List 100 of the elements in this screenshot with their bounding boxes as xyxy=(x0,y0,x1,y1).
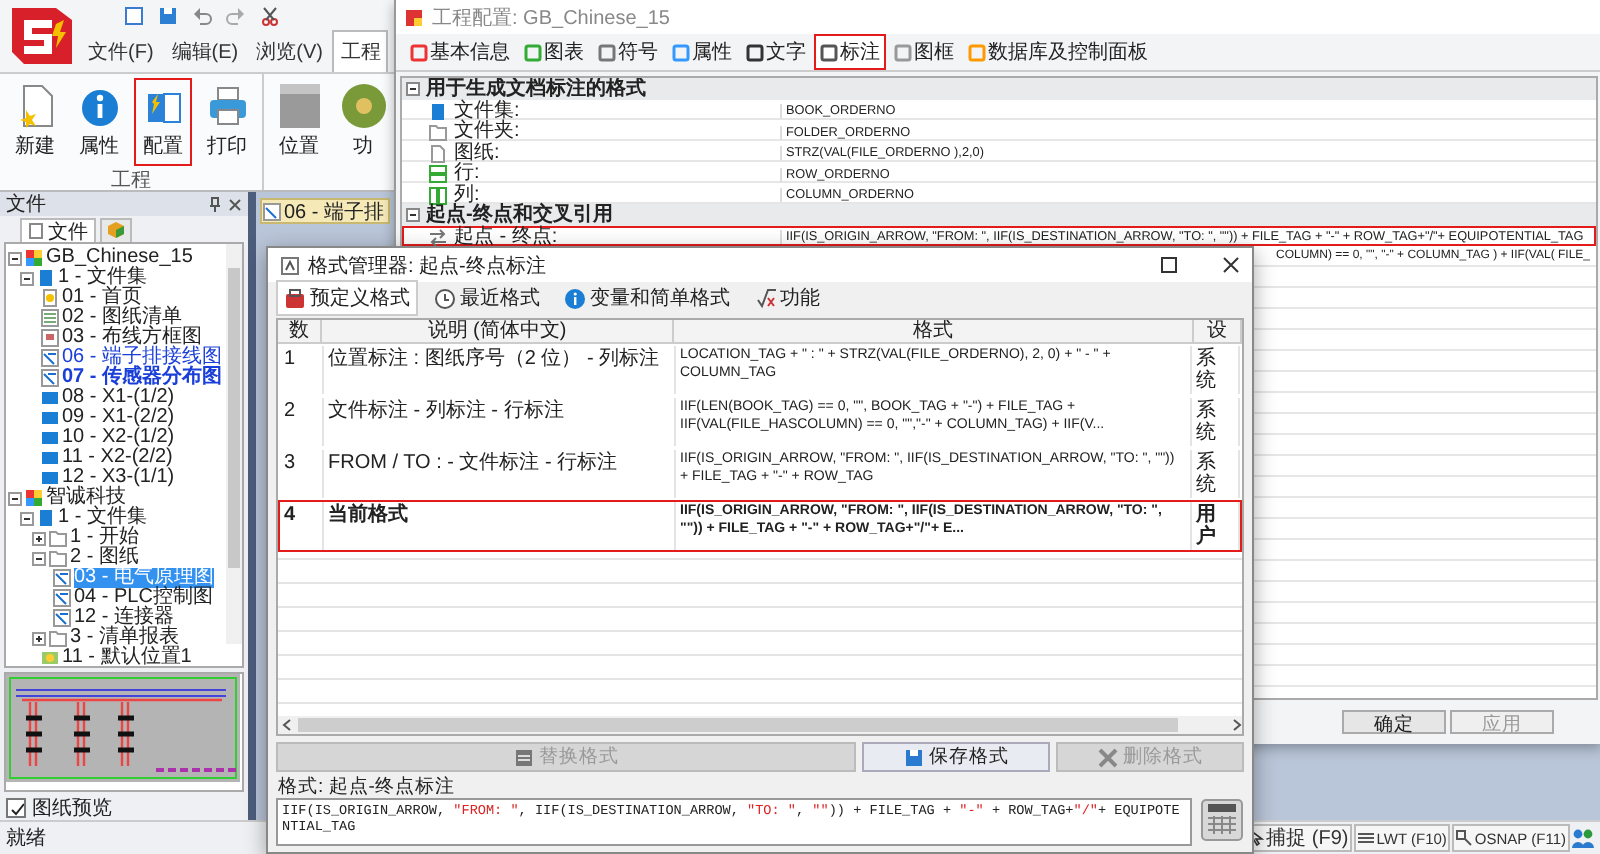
save-icon xyxy=(903,747,923,767)
scissors-icon[interactable] xyxy=(260,6,280,26)
ribbon-button[interactable]: 打印 xyxy=(198,78,256,166)
tab[interactable]: 文字 xyxy=(740,34,812,70)
document-tab[interactable]: 06 - 端子排 xyxy=(260,198,391,224)
ribbon-button[interactable]: 位置 xyxy=(270,78,328,166)
tree-item[interactable]: 2 - 图纸 xyxy=(70,548,139,568)
tree-item[interactable]: 12 - X3-(1/1) xyxy=(62,468,175,488)
tree-item[interactable]: 1 - 开始 xyxy=(70,528,139,548)
calculator-icon[interactable] xyxy=(1200,798,1244,842)
tree-toggle[interactable] xyxy=(32,531,46,545)
window-icon[interactable] xyxy=(124,6,144,26)
panel-title: 文件 xyxy=(6,191,48,218)
property-name: 行: xyxy=(454,164,480,184)
tab-icon xyxy=(894,43,912,61)
tree-item[interactable]: GB_Chinese_15 xyxy=(46,248,193,268)
toolbox-icon xyxy=(284,287,306,309)
menu-tab[interactable]: 工程 xyxy=(332,30,389,72)
page-icon xyxy=(428,143,448,163)
app-logo-icon xyxy=(404,7,424,27)
ribbon-button[interactable]: 新建 xyxy=(6,78,64,166)
tree-item[interactable]: 01 - 首页 xyxy=(62,288,143,308)
formula-icon xyxy=(280,255,300,275)
tree-item[interactable]: 11 - X2-(2/2) xyxy=(62,448,173,468)
tree-toggle[interactable] xyxy=(8,251,22,265)
tree-item[interactable]: 08 - X1-(1/2) xyxy=(62,388,175,408)
tab[interactable]: 符号 xyxy=(592,34,664,70)
tree-item[interactable]: 1 - 文件集 xyxy=(58,508,147,528)
menu-tab[interactable]: 浏览(V) xyxy=(248,30,331,72)
toolbar-button[interactable]: 功能 xyxy=(746,280,828,316)
cube-icon[interactable] xyxy=(106,220,126,240)
folder-icon xyxy=(48,628,68,648)
section-toggle[interactable] xyxy=(406,81,420,96)
check-icon xyxy=(9,801,23,815)
tree-item[interactable]: 02 - 图纸清单 xyxy=(62,308,183,328)
tree-item[interactable]: 11 - 默认位置1 xyxy=(62,648,192,666)
tab[interactable]: 图框 xyxy=(888,34,960,70)
ribbon-button[interactable]: 功 xyxy=(334,78,392,166)
schematic-icon xyxy=(52,588,72,608)
block-diagram-icon xyxy=(40,328,60,348)
tree-item[interactable]: 04 - PLC控制图 xyxy=(74,588,213,608)
toolbar-button[interactable]: 变量和简单格式 xyxy=(556,280,738,316)
tree-item[interactable]: 03 - 布线方框图 xyxy=(62,328,203,348)
toolbar-button[interactable]: 最近格式 xyxy=(426,280,548,316)
checkbox[interactable] xyxy=(6,798,26,818)
tree-item[interactable]: 智诚科技 xyxy=(46,488,126,508)
close-icon[interactable] xyxy=(228,197,242,211)
snap-icon xyxy=(1456,830,1473,846)
tab[interactable]: 属性 xyxy=(666,34,738,70)
book-icon xyxy=(36,508,56,528)
pin-icon[interactable] xyxy=(208,196,222,212)
property-name: 图纸: xyxy=(454,143,500,163)
column-header: 设 xyxy=(1194,320,1242,342)
tree-toggle[interactable] xyxy=(20,511,34,525)
tree-item[interactable]: 06 - 端子排接线图 xyxy=(62,348,223,368)
book-icon xyxy=(36,268,56,288)
checkbox-label: 图纸预览 xyxy=(32,796,112,822)
undo-icon[interactable] xyxy=(192,6,212,26)
tree-item[interactable]: 1 - 文件集 xyxy=(58,268,147,288)
dialog-button[interactable]: 确定 xyxy=(1342,710,1446,734)
replace-icon xyxy=(513,747,533,767)
tab[interactable]: 标注 xyxy=(814,34,886,70)
menu-tab[interactable]: 文件(F) xyxy=(80,30,162,72)
group-label: 工程 xyxy=(109,168,153,190)
property-name: 文件集: xyxy=(454,101,520,121)
menu-tab[interactable]: 编辑(E) xyxy=(163,30,247,72)
tree-item[interactable]: 3 - 清单报表 xyxy=(70,628,179,648)
close-icon[interactable] xyxy=(1222,256,1240,274)
project-icon xyxy=(24,488,44,508)
tree-item[interactable]: 07 - 传感器分布图 xyxy=(62,368,223,388)
tree-item[interactable]: 10 - X2-(1/2) xyxy=(62,428,175,448)
property-name: 起点 - 终点: xyxy=(454,227,558,247)
tab[interactable]: 基本信息 xyxy=(404,34,516,70)
tree-item[interactable]: 12 - 连接器 xyxy=(74,608,175,628)
table-cell: FROM / TO : - 文件标注 - 行标注 xyxy=(324,450,676,498)
tree-toggle[interactable] xyxy=(32,551,46,565)
save-icon[interactable] xyxy=(158,6,178,26)
ribbon-button[interactable]: 属性 xyxy=(70,78,128,166)
tree-toggle[interactable] xyxy=(20,271,34,285)
section-toggle[interactable] xyxy=(406,207,420,222)
tab[interactable]: 数据库及控制面板 xyxy=(962,34,1154,70)
action-button[interactable]: 保存格式 xyxy=(862,742,1050,772)
tree-toggle[interactable] xyxy=(32,631,46,645)
table-cell: 位置标注 : 图纸序号（2 位） - 列标注 xyxy=(324,346,676,394)
book-icon xyxy=(428,101,448,121)
panel-tab[interactable]: 文件 xyxy=(20,218,96,242)
tab[interactable]: 图表 xyxy=(518,34,590,70)
toolbar-button[interactable]: 预定义格式 xyxy=(276,280,418,316)
tree-item[interactable]: 09 - X1-(2/2) xyxy=(62,408,175,428)
gear-icon xyxy=(341,82,385,130)
tab-icon xyxy=(968,43,986,61)
maximize-icon[interactable] xyxy=(1160,256,1178,274)
tree-toggle[interactable] xyxy=(8,491,22,505)
rows-icon xyxy=(428,164,448,184)
property-name: 文件夹: xyxy=(454,122,520,142)
tab-icon xyxy=(746,43,764,61)
users-icon[interactable] xyxy=(1572,828,1594,848)
table-cell: 系统 xyxy=(1192,398,1240,446)
ribbon-button[interactable]: 配置 xyxy=(134,78,192,166)
table-cell: 系统 xyxy=(1192,346,1240,394)
